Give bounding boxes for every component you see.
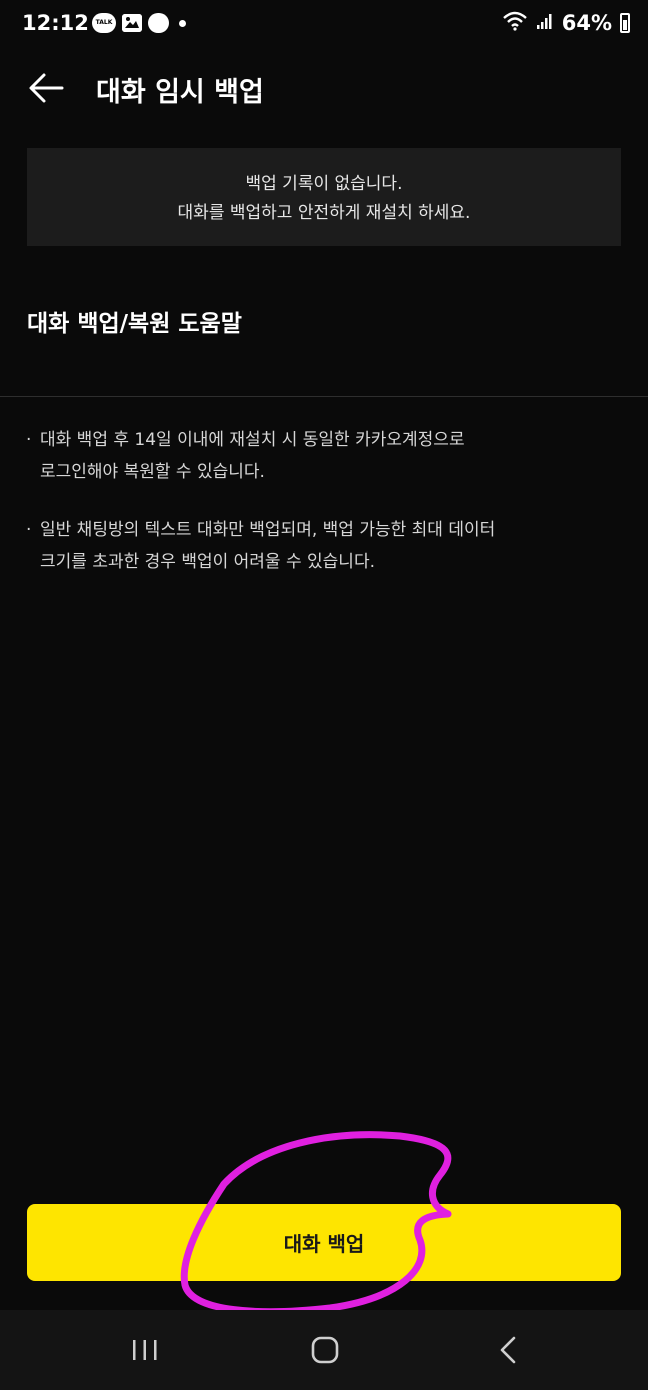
notice-line-2: 대화를 백업하고 안전하게 재설치 하세요.	[177, 203, 471, 223]
bullet-text-line: 대화 백업 후 14일 이내에 재설치 시 동일한 카카오계정으로	[40, 430, 465, 450]
help-bullet-list: · 대화 백업 후 14일 이내에 재설치 시 동일한 카카오계정으로 로그인해…	[26, 424, 606, 604]
chevron-left-icon	[500, 1336, 516, 1364]
bullet-text-line: 크기를 초과한 경우 백업이 어려울 수 있습니다.	[40, 552, 375, 572]
more-notifications-dot-icon	[179, 19, 186, 27]
app-header: 대화 임시 백업	[0, 60, 648, 116]
help-heading: 대화 백업/복원 도움말	[27, 311, 242, 337]
bullet-dot-icon: ·	[26, 430, 32, 450]
chat-backup-button[interactable]: 대화 백업	[27, 1204, 621, 1281]
page-title: 대화 임시 백업	[96, 77, 264, 108]
bullet-text-line: 로그인해야 복원할 수 있습니다.	[40, 462, 265, 482]
home-icon	[311, 1336, 339, 1364]
signal-icon	[536, 12, 554, 34]
status-right: 64%	[502, 11, 630, 35]
list-item: · 일반 채팅방의 텍스트 대화만 백업되며, 백업 가능한 최대 데이터 크기…	[26, 514, 606, 578]
home-button[interactable]	[300, 1330, 350, 1370]
notice-line-1: 백업 기록이 없습니다.	[245, 174, 403, 194]
status-bar: 12:12 TALK 64%	[0, 0, 648, 52]
back-button[interactable]	[26, 70, 66, 106]
bullet-text-line: 일반 채팅방의 텍스트 대화만 백업되며, 백업 가능한 최대 데이터	[40, 520, 496, 540]
battery-percentage: 64%	[561, 11, 612, 35]
system-back-button[interactable]	[483, 1330, 533, 1370]
battery-icon	[620, 13, 630, 33]
bullet-dot-icon: ·	[26, 520, 32, 540]
wifi-icon	[502, 11, 528, 35]
arrow-left-icon	[29, 73, 64, 103]
list-item: · 대화 백업 후 14일 이내에 재설치 시 동일한 카카오계정으로 로그인해…	[26, 424, 606, 488]
kakaotalk-notification-icon: TALK	[92, 13, 116, 33]
chat-backup-button-label: 대화 백업	[283, 1232, 365, 1256]
section-divider	[0, 396, 648, 397]
system-navigation-bar	[0, 1310, 648, 1390]
notification-icons: TALK	[92, 13, 186, 33]
status-time: 12:12	[22, 11, 89, 35]
backup-status-notice: 백업 기록이 없습니다. 대화를 백업하고 안전하게 재설치 하세요.	[27, 148, 621, 246]
recent-apps-icon	[133, 1340, 157, 1360]
recent-apps-button[interactable]	[120, 1330, 170, 1370]
gallery-notification-icon	[122, 14, 142, 32]
chat-notification-icon	[148, 13, 169, 33]
